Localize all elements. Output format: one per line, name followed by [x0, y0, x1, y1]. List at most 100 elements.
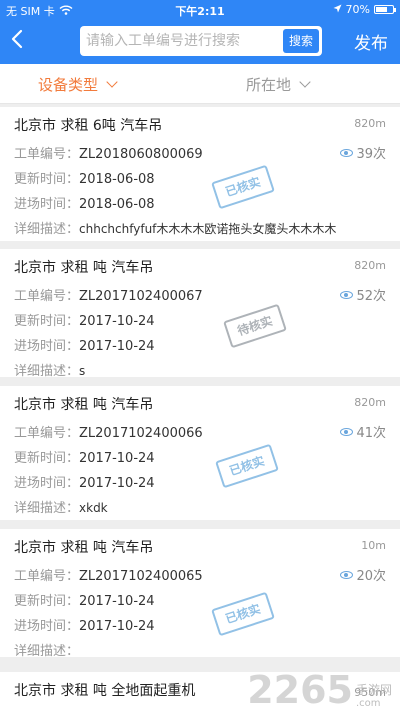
- verification-stamp: 已核实: [211, 164, 275, 210]
- filter-location[interactable]: 所在地: [246, 74, 311, 95]
- location-arrow-icon: [333, 3, 342, 16]
- detail-label: 详细描述：: [14, 364, 80, 377]
- view-count: 41次: [340, 422, 386, 441]
- view-count: 20次: [340, 565, 386, 584]
- updated-label: 更新时间：: [14, 172, 80, 187]
- card-title: 北京市 求租 吨 汽车吊: [14, 260, 154, 276]
- detail-row: 详细描述：xkdk: [14, 497, 108, 516]
- filter-bar: 设备类型 所在地: [0, 64, 400, 104]
- list-item[interactable]: 北京市 求租 吨 汽车吊 820m 52次 工单编号：ZL20171024000…: [0, 249, 400, 377]
- updated-date: 2017-10-24: [79, 594, 155, 609]
- entered-row: 进场时间：2018-06-08: [14, 193, 155, 212]
- view-count: 39次: [340, 143, 386, 162]
- filter-equipment-type[interactable]: 设备类型: [38, 74, 118, 95]
- updated-date: 2018-06-08: [79, 172, 155, 187]
- updated-row: 更新时间：2017-10-24: [14, 310, 155, 329]
- list-item[interactable]: 北京市 求租 吨 汽车吊 10m 20次 工单编号：ZL201710240006…: [0, 529, 400, 657]
- entered-row: 进场时间：2017-10-24: [14, 472, 155, 491]
- eye-icon: [340, 427, 354, 436]
- entered-label: 进场时间：: [14, 197, 80, 212]
- entered-label: 进场时间：: [14, 619, 80, 634]
- detail-text: xkdk: [79, 501, 108, 515]
- view-count-value: 52次: [356, 289, 386, 304]
- search-input[interactable]: [86, 26, 282, 56]
- publish-button[interactable]: 发布: [354, 29, 388, 54]
- search-button[interactable]: 搜索: [283, 29, 319, 53]
- entered-label: 进场时间：: [14, 339, 80, 354]
- watermark-number: 2265: [247, 668, 353, 711]
- chevron-left-icon: [11, 29, 23, 49]
- detail-row: 详细描述：s: [14, 360, 85, 377]
- battery-icon: [374, 5, 396, 14]
- filter-location-label: 所在地: [246, 76, 292, 94]
- updated-label: 更新时间：: [14, 594, 80, 609]
- detail-label: 详细描述：: [14, 644, 80, 657]
- order-number: ZL2018060800069: [79, 147, 203, 162]
- order-number-row: 工单编号：ZL2017102400066: [14, 422, 203, 441]
- order-number-label: 工单编号：: [14, 289, 80, 304]
- detail-row: 详细描述：chhchchfyfuf木木木木欧诺拖头女魔头木木木木: [14, 218, 336, 237]
- list-item[interactable]: 北京市 求租 6吨 汽车吊 820m 39次 工单编号：ZL2018060800…: [0, 107, 400, 241]
- eye-icon: [340, 148, 354, 157]
- detail-text: chhchchfyfuf木木木木欧诺拖头女魔头木木木木: [79, 222, 337, 236]
- order-number-label: 工单编号：: [14, 569, 80, 584]
- updated-label: 更新时间：: [14, 451, 80, 466]
- order-number: ZL2017102400065: [79, 569, 203, 584]
- card-title: 北京市 求租 吨 汽车吊: [14, 540, 154, 556]
- status-bar: 无 SIM 卡 下午2:11 70%: [0, 0, 400, 20]
- view-count-value: 20次: [356, 569, 386, 584]
- order-number-row: 工单编号：ZL2017102400067: [14, 285, 203, 304]
- order-number-label: 工单编号：: [14, 426, 80, 441]
- view-count-value: 39次: [356, 147, 386, 162]
- updated-row: 更新时间：2018-06-08: [14, 168, 155, 187]
- battery-percent: 70%: [345, 3, 370, 16]
- order-number: ZL2017102400066: [79, 426, 203, 441]
- watermark-com: .com: [355, 698, 381, 709]
- updated-row: 更新时间：2017-10-24: [14, 590, 155, 609]
- entered-date: 2017-10-24: [79, 619, 155, 634]
- detail-row: 详细描述：: [14, 640, 79, 657]
- updated-date: 2017-10-24: [79, 451, 155, 466]
- entered-label: 进场时间：: [14, 476, 80, 491]
- verification-stamp: 已核实: [211, 591, 275, 637]
- filter-equipment-type-label: 设备类型: [38, 76, 99, 94]
- search-box: 搜索: [80, 26, 322, 56]
- updated-date: 2017-10-24: [79, 314, 155, 329]
- view-count: 52次: [340, 285, 386, 304]
- distance: 820m: [354, 259, 386, 272]
- watermark-side: 手游网 .com: [356, 681, 392, 709]
- card-title: 北京市 求租 吨 汽车吊: [14, 397, 154, 413]
- back-button[interactable]: [10, 28, 32, 54]
- detail-text: s: [79, 364, 86, 377]
- card-title: 北京市 求租 吨 全地面起重机: [14, 683, 196, 699]
- verification-stamp: 已核实: [215, 443, 279, 489]
- chevron-down-icon: [299, 76, 311, 88]
- entered-row: 进场时间：2017-10-24: [14, 335, 155, 354]
- order-number-row: 工单编号：ZL2018060800069: [14, 143, 203, 162]
- view-count-value: 41次: [356, 426, 386, 441]
- entered-date: 2017-10-24: [79, 339, 155, 354]
- order-number-row: 工单编号：ZL2017102400065: [14, 565, 203, 584]
- updated-row: 更新时间：2017-10-24: [14, 447, 155, 466]
- order-number-label: 工单编号：: [14, 147, 80, 162]
- distance: 10m: [361, 539, 386, 552]
- updated-label: 更新时间：: [14, 314, 80, 329]
- app-header: 无 SIM 卡 下午2:11 70% 搜索 发布: [0, 0, 400, 64]
- navigation-bar: 搜索 发布: [0, 20, 400, 64]
- card-title: 北京市 求租 6吨 汽车吊: [14, 118, 163, 134]
- list-item[interactable]: 北京市 求租 吨 汽车吊 820m 41次 工单编号：ZL20171024000…: [0, 386, 400, 520]
- status-right: 70%: [333, 3, 396, 16]
- verification-stamp: 待核实: [223, 303, 287, 349]
- distance: 820m: [354, 117, 386, 130]
- order-number: ZL2017102400067: [79, 289, 203, 304]
- watermark-cn: 手游网: [355, 683, 392, 697]
- entered-row: 进场时间：2017-10-24: [14, 615, 155, 634]
- eye-icon: [340, 570, 354, 579]
- battery-level: [376, 7, 388, 12]
- chevron-down-icon: [106, 76, 118, 88]
- site-watermark: 2265 手游网 .com: [247, 671, 392, 709]
- detail-label: 详细描述：: [14, 222, 80, 237]
- distance: 820m: [354, 396, 386, 409]
- entered-date: 2017-10-24: [79, 476, 155, 491]
- entered-date: 2018-06-08: [79, 197, 155, 212]
